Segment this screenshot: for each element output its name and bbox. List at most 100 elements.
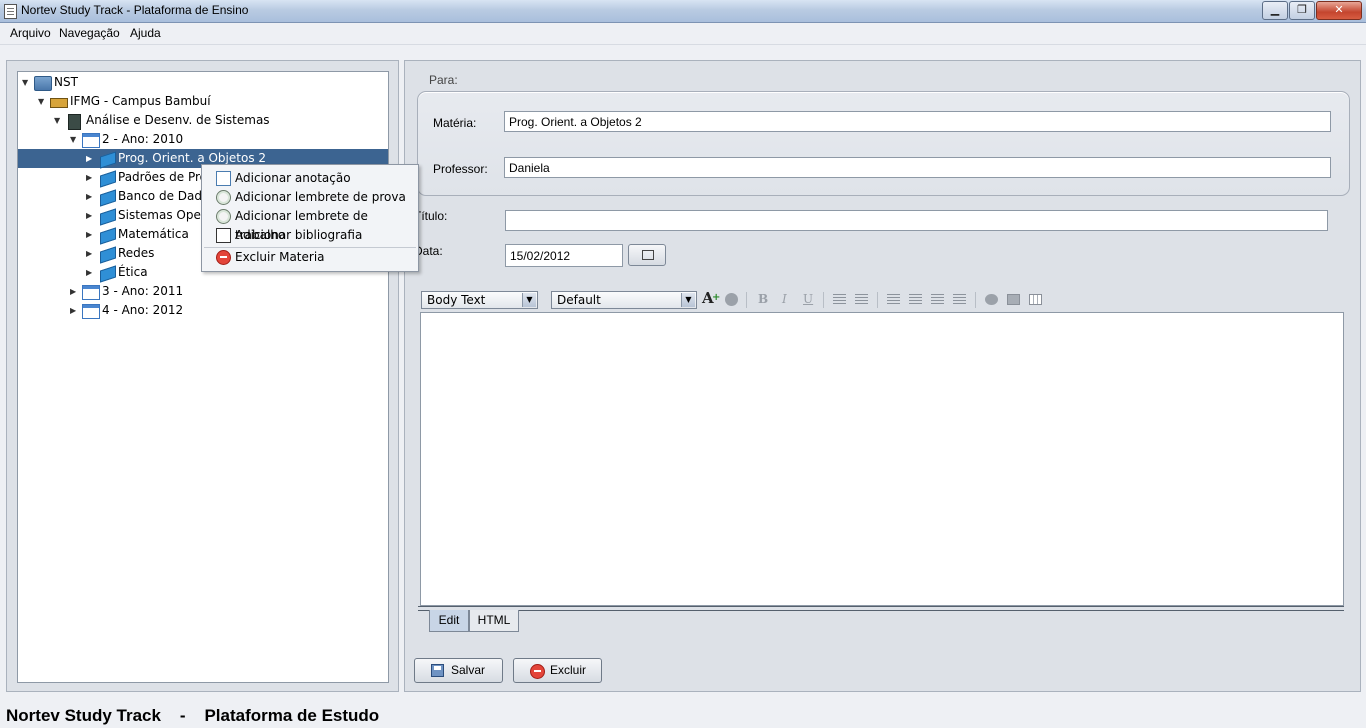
recipient-group: Matéria: Prog. Orient. a Objetos 2 Profe…	[417, 91, 1350, 196]
collapse-arrow-icon[interactable]	[54, 111, 64, 130]
collapse-arrow-icon[interactable]	[38, 92, 48, 111]
link-icon[interactable]	[985, 294, 998, 305]
toolbar-separator	[746, 292, 747, 308]
date-field[interactable]: 15/02/2012	[505, 244, 623, 267]
course-icon	[68, 114, 81, 130]
window-title-bar[interactable]: Nortev Study Track - Plataforma de Ensin…	[0, 0, 1366, 23]
materia-label: Matéria:	[433, 116, 477, 130]
menu-item-add-note[interactable]: Adicionar anotação	[202, 169, 418, 188]
expand-arrow-icon[interactable]	[70, 282, 80, 301]
tree-node-year-2010[interactable]: 2 - Ano: 2010	[18, 130, 386, 149]
align-center-icon[interactable]	[909, 294, 922, 305]
menu-navegacao[interactable]: Navegação	[59, 26, 120, 40]
menu-bar: Arquivo Navegação Ajuda	[0, 23, 1366, 45]
tab-edit[interactable]: Edit	[429, 610, 469, 632]
expand-arrow-icon[interactable]	[70, 301, 80, 320]
menu-item-add-exam-reminder[interactable]: Adicionar lembrete de prova	[202, 188, 418, 207]
tree-node-label: IFMG - Campus Bambuí	[70, 94, 211, 108]
tab-divider	[418, 606, 1344, 611]
expand-arrow-icon[interactable]	[86, 206, 96, 225]
align-left-icon[interactable]	[887, 294, 900, 305]
collapse-arrow-icon[interactable]	[70, 130, 80, 149]
menu-item-delete-subject[interactable]: Excluir Materia	[202, 248, 418, 267]
menu-item-add-assignment-reminder[interactable]: Adicionar lembrete de trabalho	[202, 207, 418, 242]
tree-node-year-2011[interactable]: 3 - Ano: 2011	[18, 282, 386, 301]
save-button[interactable]: Salvar	[414, 658, 503, 683]
app-icon	[4, 4, 17, 19]
tree-node-course[interactable]: Análise e Desenv. de Sistemas	[18, 111, 386, 130]
tree-node-label: 2 - Ano: 2010	[102, 132, 184, 146]
professor-field[interactable]: Daniela	[504, 157, 1331, 178]
date-picker-button[interactable]	[628, 244, 666, 266]
expand-arrow-icon[interactable]	[86, 263, 96, 282]
subject-tree[interactable]: NST IFMG - Campus Bambuí Análise e Desen…	[17, 71, 389, 683]
align-justify-icon[interactable]	[953, 294, 966, 305]
collapse-arrow-icon[interactable]	[22, 73, 32, 92]
highlight-icon[interactable]	[725, 293, 738, 306]
titulo-field[interactable]	[505, 210, 1328, 231]
book-icon	[100, 246, 116, 264]
menu-item-add-bibliography[interactable]: Adicionar bibliografia	[202, 226, 418, 245]
chevron-down-icon: ▼	[522, 293, 536, 307]
book-icon	[100, 208, 116, 226]
close-button[interactable]: ✕	[1316, 1, 1362, 20]
tree-node-nst[interactable]: NST	[18, 73, 386, 92]
clock-add-icon	[216, 209, 231, 224]
expand-arrow-icon[interactable]	[86, 225, 96, 244]
para-label: Para:	[429, 73, 458, 87]
bold-button[interactable]: B	[758, 292, 768, 306]
font-select[interactable]: Default ▼	[551, 291, 697, 309]
tree-node-label: Análise e Desenv. de Sistemas	[86, 113, 270, 127]
context-menu: Adicionar anotação Adicionar lembrete de…	[201, 164, 419, 272]
tree-node-label: 4 - Ano: 2012	[102, 303, 184, 317]
navigation-panel: NST IFMG - Campus Bambuí Análise e Desen…	[6, 60, 399, 692]
rich-text-editor[interactable]	[420, 312, 1344, 606]
bullet-list-icon[interactable]	[833, 294, 846, 305]
delete-button[interactable]: Excluir	[513, 658, 602, 683]
toolbar-separator	[877, 292, 878, 308]
italic-button[interactable]: I	[782, 292, 787, 306]
chevron-down-icon: ▼	[681, 293, 695, 307]
numbered-list-icon[interactable]	[855, 294, 868, 305]
materia-field[interactable]: Prog. Orient. a Objetos 2	[504, 111, 1331, 132]
font-value: Default	[557, 293, 601, 307]
menu-arquivo[interactable]: Arquivo	[10, 26, 51, 40]
paragraph-style-select[interactable]: Body Text ▼	[421, 291, 538, 309]
tree-node-label: Banco de Dado	[118, 189, 210, 203]
book-icon	[100, 151, 116, 169]
titulo-label: Título:	[414, 209, 448, 223]
tree-node-campus[interactable]: IFMG - Campus Bambuí	[18, 92, 386, 111]
bibliography-icon	[216, 228, 231, 243]
note-add-icon	[216, 171, 231, 186]
tree-node-label: 3 - Ano: 2011	[102, 284, 184, 298]
institution-icon	[50, 98, 68, 108]
tree-node-label: Redes	[118, 246, 155, 260]
menu-ajuda[interactable]: Ajuda	[130, 26, 161, 40]
tree-node-label: Ética	[118, 265, 148, 279]
image-icon[interactable]	[1007, 294, 1020, 305]
minimize-button[interactable]: ▁	[1262, 1, 1288, 20]
tree-node-year-2012[interactable]: 4 - Ano: 2012	[18, 301, 386, 320]
save-icon	[431, 664, 444, 677]
align-right-icon[interactable]	[931, 294, 944, 305]
book-icon	[100, 189, 116, 207]
expand-arrow-icon[interactable]	[86, 168, 96, 187]
table-icon[interactable]	[1029, 294, 1042, 305]
expand-arrow-icon[interactable]	[86, 149, 96, 168]
footer-subtitle: Plataforma de Estudo	[204, 706, 380, 725]
expand-arrow-icon[interactable]	[86, 187, 96, 206]
expand-arrow-icon[interactable]	[86, 244, 96, 263]
tree-node-label: Matemática	[118, 227, 189, 241]
toolbar-separator	[975, 292, 976, 308]
delete-icon	[530, 664, 545, 679]
folder-icon	[34, 76, 52, 91]
maximize-button[interactable]: ❐	[1289, 1, 1315, 20]
app-footer: Nortev Study Track - Plataforma de Estud…	[6, 706, 379, 726]
tab-html[interactable]: HTML	[469, 610, 519, 632]
underline-button[interactable]: U	[803, 292, 813, 306]
toolbar-separator	[823, 292, 824, 308]
footer-app-name: Nortev Study Track	[6, 706, 161, 725]
professor-label: Professor:	[433, 162, 488, 176]
tree-node-label: Sistemas Oper	[118, 208, 206, 222]
window-title: Nortev Study Track - Plataforma de Ensin…	[21, 3, 249, 17]
